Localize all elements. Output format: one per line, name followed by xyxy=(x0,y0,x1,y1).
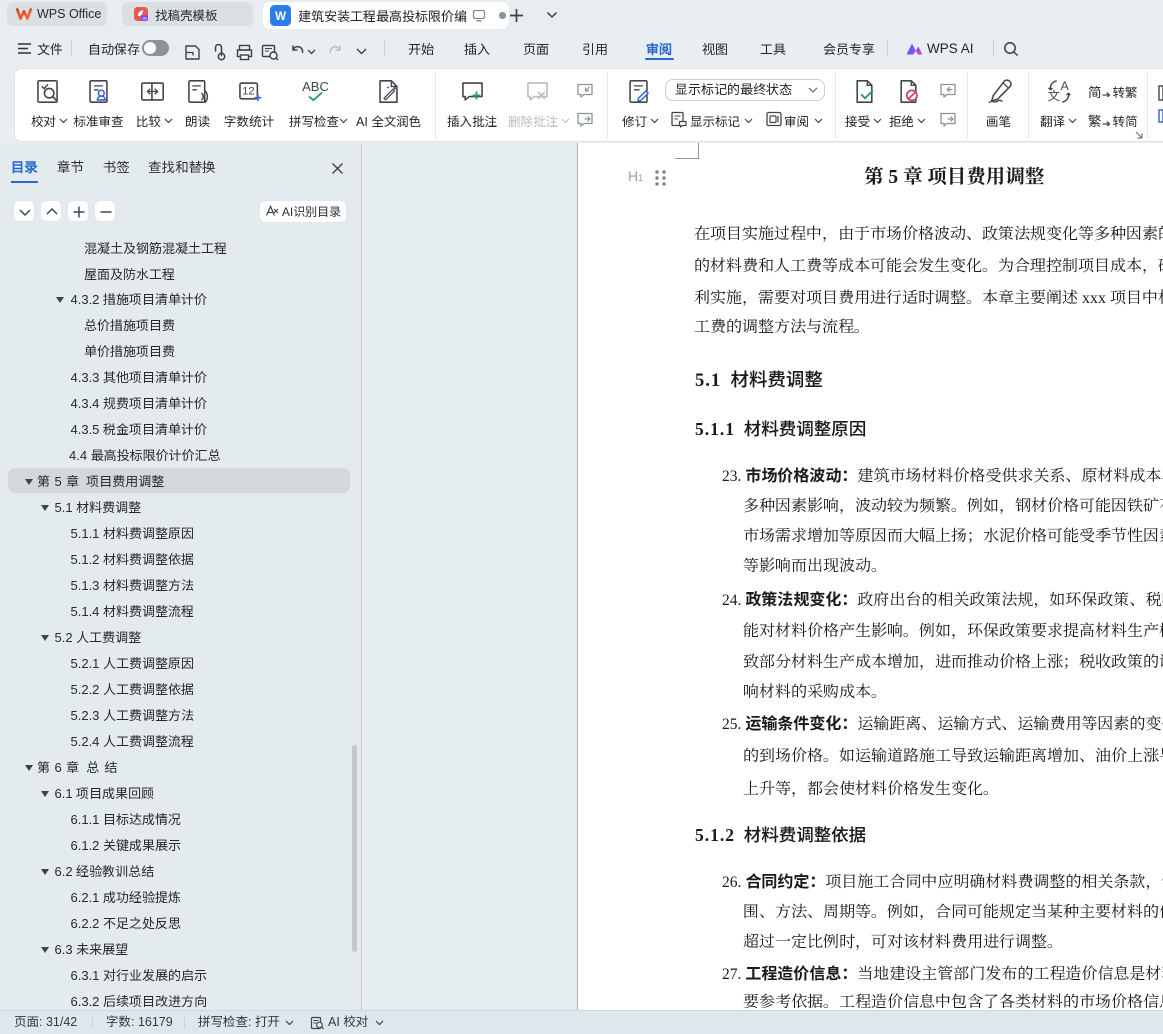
svg-text:AI: AI xyxy=(142,16,146,21)
svg-text:W: W xyxy=(275,11,286,23)
svg-text:ABC: ABC xyxy=(302,79,329,94)
svg-text:12: 12 xyxy=(242,85,255,97)
svg-text:A: A xyxy=(1060,78,1069,92)
